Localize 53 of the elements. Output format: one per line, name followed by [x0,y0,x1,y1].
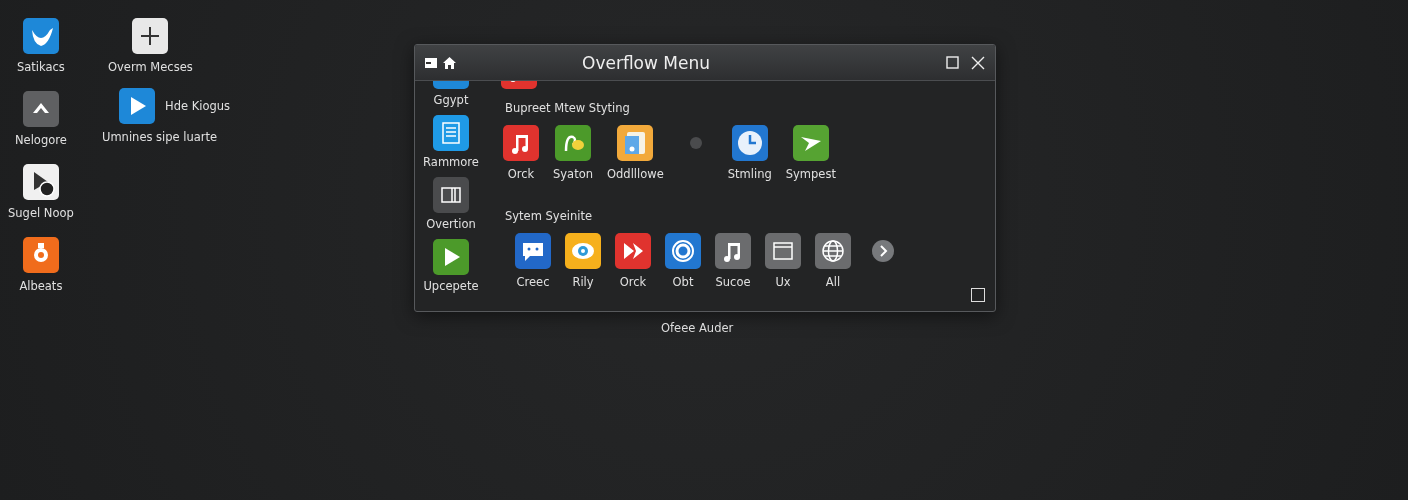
app-label: Albeats [19,279,63,293]
app-label: Orck [507,167,535,181]
app-label: Rammore [423,155,479,169]
loop-icon[interactable] [555,125,591,161]
music-note-icon[interactable] [715,233,751,269]
app-label: Satikacs [16,60,65,74]
music-note-icon[interactable] [503,125,539,161]
window-title: Overflow Menu [582,52,711,73]
plus-icon[interactable] [132,18,169,54]
caption-text: Ofeee Auder [661,321,734,335]
document-icon[interactable] [433,115,469,151]
dot-icon [689,137,702,149]
globe-icon[interactable] [815,233,851,269]
app-label: Oddlllowe [607,167,664,181]
app-label: Sympest [785,167,836,181]
app-label: All [825,275,841,289]
plane-icon[interactable] [792,125,829,161]
app-label: Sugel Noop [8,206,74,220]
folder-music-icon[interactable] [617,125,654,161]
app-label: Rily [572,275,594,289]
app-label: Upcepete [423,279,479,293]
window-icon[interactable] [765,233,801,269]
play-icon[interactable] [433,239,469,275]
app-label: Creec [516,275,550,289]
app-label: Nelogore [15,133,67,147]
checkbox[interactable] [971,288,985,302]
app-label: Obt [672,275,694,289]
app-label: Sucoe [715,275,751,289]
clock-icon[interactable] [731,125,768,161]
app-label: Ggypt [433,93,469,107]
app-label: Overtion [426,217,476,231]
app-label: Ux [775,275,791,289]
panel-icon[interactable] [433,177,469,213]
ring-icon[interactable] [665,233,701,269]
app-label: Hde Kiogus [165,99,231,113]
section-title: Bupreet Mtew Styting [505,101,631,115]
maximize-icon[interactable] [946,56,959,69]
app-label: Stmling [727,167,772,181]
window-icon [425,57,437,68]
chevron-right-icon[interactable] [871,239,895,263]
chat-icon[interactable] [515,233,551,269]
chevron-up-icon[interactable] [22,91,59,127]
app-label: Overm Mecses [108,60,193,74]
home-icon[interactable] [443,56,456,69]
eye-icon[interactable] [565,233,601,269]
close-icon[interactable] [971,55,985,70]
cursor-icon[interactable] [22,164,59,200]
forward-icon[interactable] [615,233,651,269]
app-label: Orck [619,275,647,289]
section-title: Sytem Syeinite [505,209,593,223]
play-icon[interactable] [119,88,155,124]
app-caption: Umnines sipe luarte [102,130,218,144]
app-label: Syaton [553,167,593,181]
